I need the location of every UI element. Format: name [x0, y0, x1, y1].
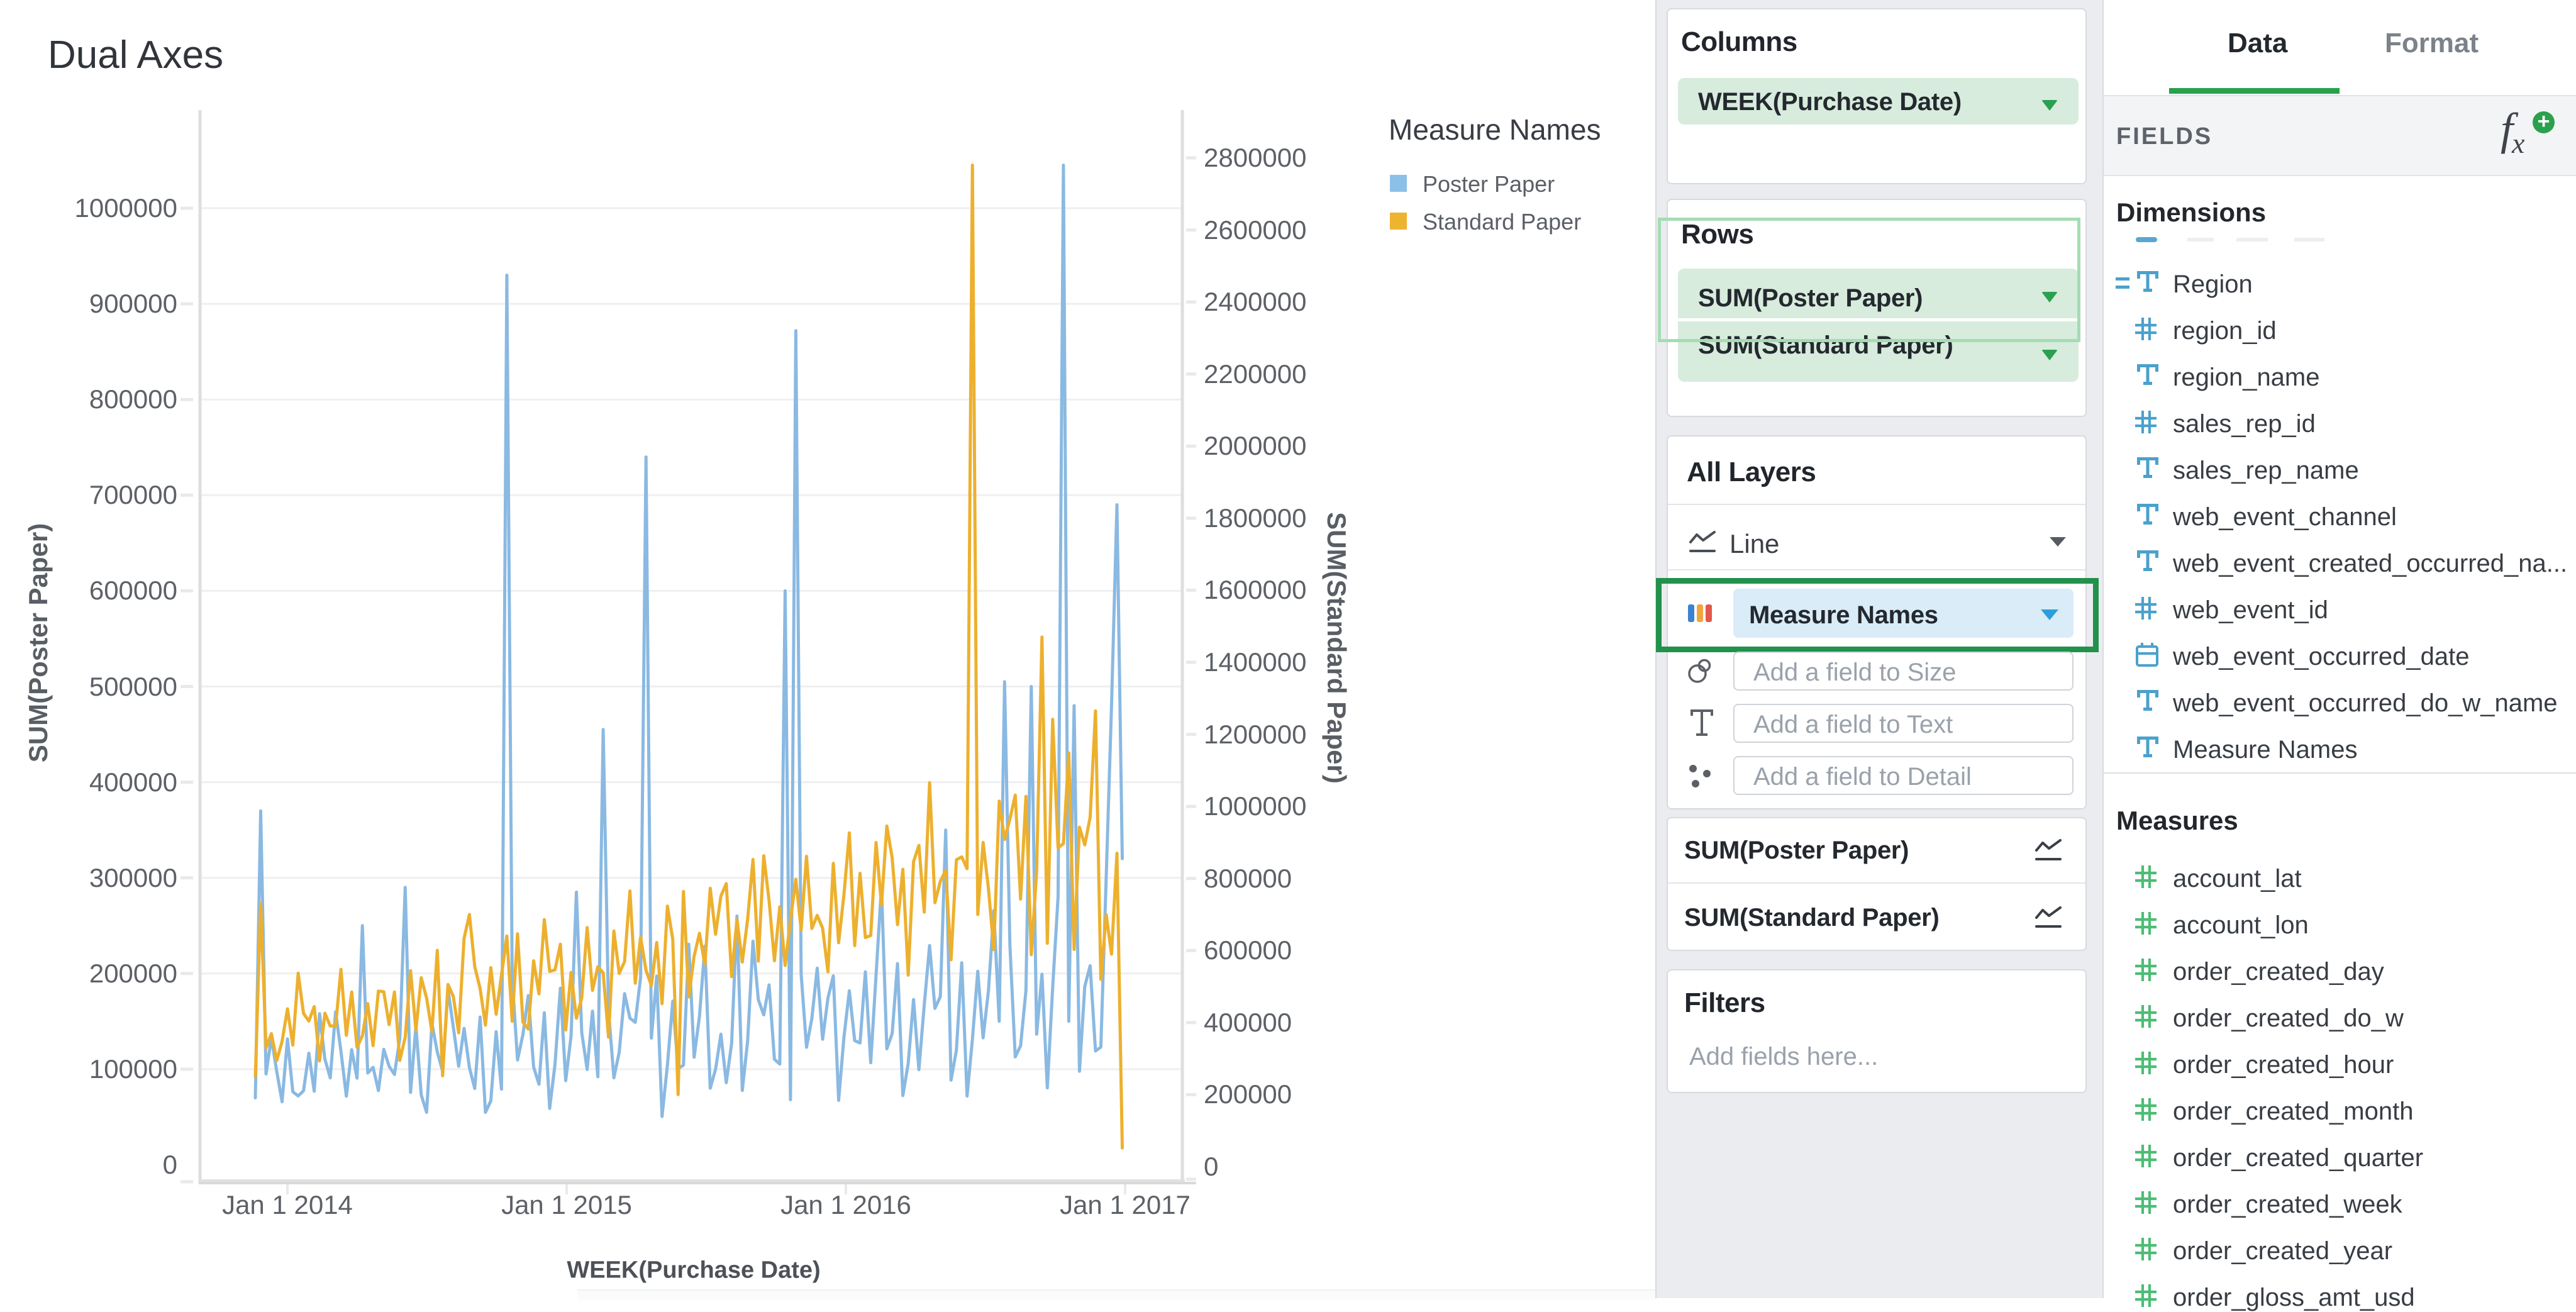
svg-text:2800000: 2800000 — [1204, 143, 1307, 172]
svg-text:Jan 1 2015: Jan 1 2015 — [501, 1190, 632, 1220]
svg-text:200000: 200000 — [89, 959, 177, 988]
svg-text:1800000: 1800000 — [1204, 503, 1307, 533]
svg-text:700000: 700000 — [89, 480, 177, 509]
svg-text:2400000: 2400000 — [1204, 287, 1307, 316]
svg-text:1600000: 1600000 — [1204, 575, 1307, 604]
svg-text:600000: 600000 — [1204, 935, 1292, 965]
svg-text:900000: 900000 — [89, 289, 177, 318]
svg-text:800000: 800000 — [89, 384, 177, 414]
svg-text:2000000: 2000000 — [1204, 431, 1307, 460]
svg-text:400000: 400000 — [1204, 1008, 1292, 1037]
svg-text:600000: 600000 — [89, 575, 177, 605]
svg-text:Jan 1 2017: Jan 1 2017 — [1060, 1190, 1191, 1220]
svg-text:100000: 100000 — [89, 1054, 177, 1084]
svg-text:200000: 200000 — [1204, 1079, 1292, 1109]
svg-text:2200000: 2200000 — [1204, 359, 1307, 389]
svg-text:500000: 500000 — [89, 672, 177, 701]
svg-text:Jan 1 2014: Jan 1 2014 — [222, 1190, 353, 1220]
svg-text:Jan 1 2016: Jan 1 2016 — [780, 1190, 911, 1220]
svg-text:300000: 300000 — [89, 863, 177, 892]
svg-text:1000000: 1000000 — [1204, 791, 1307, 821]
svg-text:0: 0 — [1204, 1152, 1218, 1181]
svg-text:1400000: 1400000 — [1204, 647, 1307, 677]
svg-text:400000: 400000 — [89, 767, 177, 797]
svg-text:1200000: 1200000 — [1204, 720, 1307, 749]
svg-text:2600000: 2600000 — [1204, 215, 1307, 245]
svg-text:800000: 800000 — [1204, 864, 1292, 893]
svg-text:0: 0 — [163, 1150, 177, 1179]
svg-text:1000000: 1000000 — [74, 193, 177, 223]
